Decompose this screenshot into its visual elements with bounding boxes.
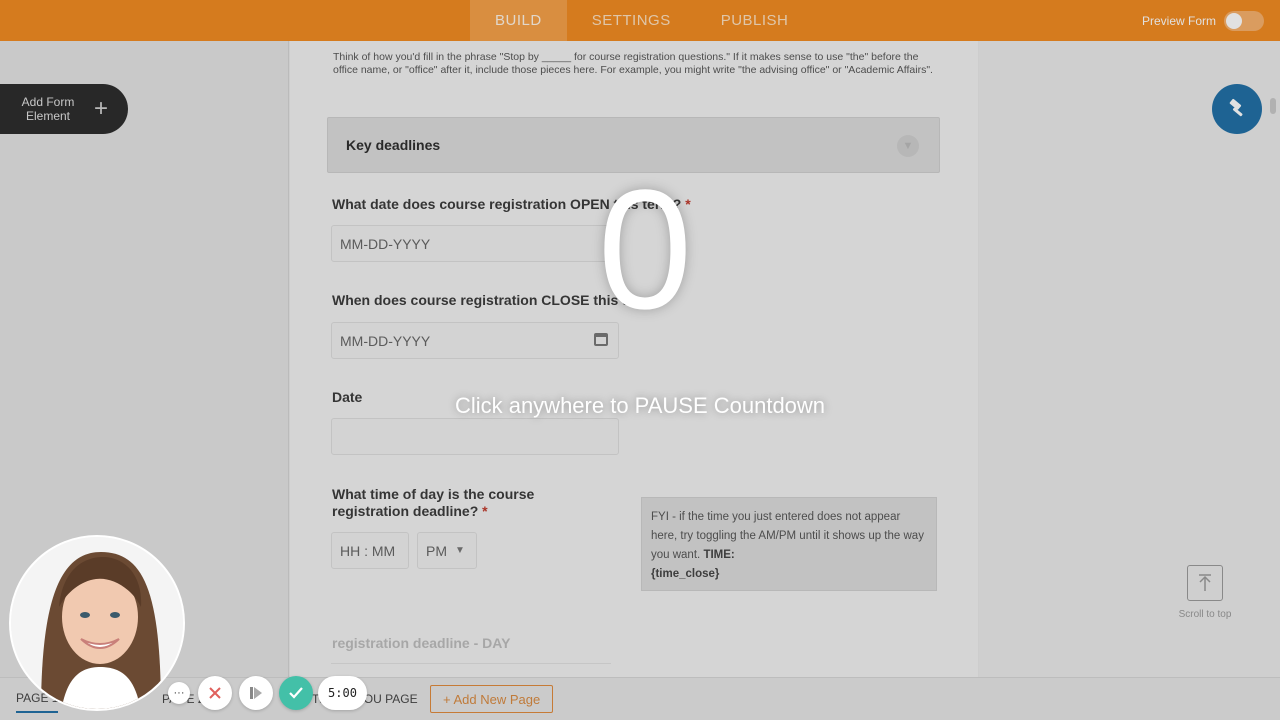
countdown-number: 0 [597,155,693,345]
presenter-avatar [11,537,183,709]
restart-recording-button[interactable] [239,676,273,710]
cancel-recording-button[interactable] [198,676,232,710]
restart-icon [250,687,262,699]
webcam-bubble[interactable] [9,535,185,711]
recording-timer: 5:00 [318,676,367,710]
more-options-button[interactable]: ··· [168,682,190,704]
checkmark-icon [289,687,303,699]
pause-countdown-message: Click anywhere to PAUSE Countdown [454,393,826,418]
close-icon [209,687,221,699]
recording-countdown-overlay[interactable] [0,0,1280,720]
finish-recording-button[interactable] [279,676,313,710]
